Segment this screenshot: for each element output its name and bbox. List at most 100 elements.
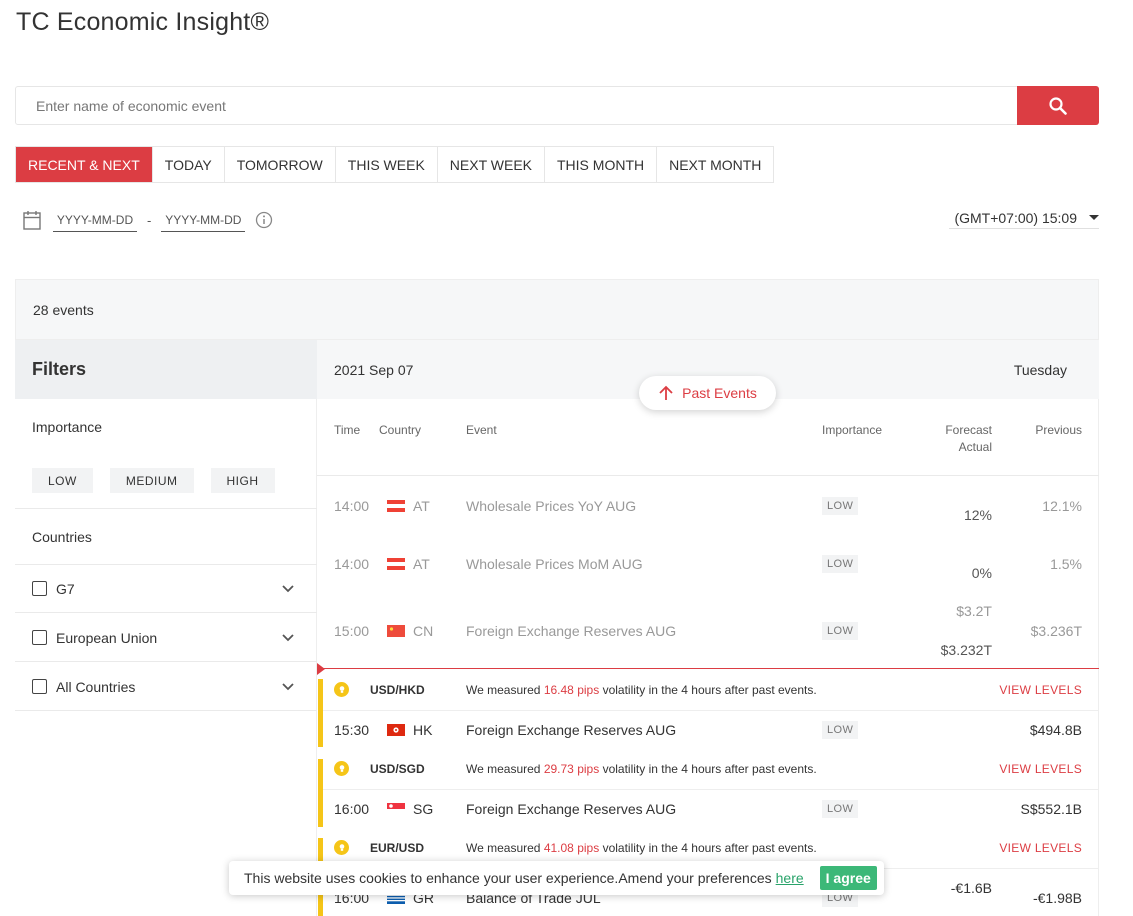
row-event[interactable]: Wholesale Prices YoY AUG (466, 498, 636, 514)
divider (317, 475, 1099, 476)
divider (323, 710, 1099, 711)
checkbox[interactable] (32, 679, 47, 694)
col-previous: Previous (1035, 423, 1082, 437)
volatility-text: We measured 41.08 pips volatility in the… (466, 841, 817, 855)
country-group-label: European Union (56, 629, 158, 646)
events-count-bar: 28 events (15, 279, 1099, 340)
volatility-suffix: volatility in the 4 hours after past eve… (602, 683, 817, 697)
importance-badge: LOW (822, 622, 859, 640)
row-event[interactable]: Wholesale Prices MoM AUG (466, 556, 643, 572)
volatility-suffix: volatility in the 4 hours after past eve… (602, 762, 817, 776)
caret-down-icon (1089, 215, 1099, 220)
volatility-pips: 29.73 pips (543, 762, 600, 776)
row-country: SG (413, 801, 434, 817)
row-previous: S$552.1B (1020, 801, 1083, 817)
flag-hk-icon (387, 724, 405, 736)
row-actual: 12% (963, 507, 992, 523)
view-levels-link[interactable]: VIEW LEVELS (999, 762, 1082, 776)
row-forecast: -€1.6B (950, 880, 992, 896)
calendar-icon[interactable] (23, 210, 41, 230)
importance-badge: LOW (822, 497, 859, 515)
country-group-g7[interactable]: G7 (15, 565, 317, 613)
page-title: TC Economic Insight® (16, 8, 270, 36)
lightbulb-icon (334, 682, 349, 697)
row-event[interactable]: Foreign Exchange Reserves AUG (466, 722, 676, 738)
row-actual: $3.232T (940, 642, 992, 658)
col-actual: Actual (958, 440, 992, 454)
chevron-down-icon[interactable] (281, 584, 295, 593)
cookie-agree-button[interactable]: I agree (819, 866, 877, 890)
chevron-down-icon[interactable] (281, 633, 295, 642)
tab-recent-next[interactable]: RECENT & NEXT (16, 147, 153, 182)
tab-tomorrow[interactable]: TOMORROW (225, 147, 336, 182)
info-icon[interactable] (255, 211, 273, 229)
cookie-banner: This website uses cookies to enhance you… (229, 861, 884, 895)
importance-buttons: LOW MEDIUM HIGH (32, 468, 275, 493)
search-button[interactable] (1017, 86, 1099, 125)
tab-this-month[interactable]: THIS MONTH (545, 147, 658, 182)
filters-panel: Importance LOW MEDIUM HIGH Countries G7 … (15, 399, 317, 916)
volatility-prefix: We measured (466, 762, 541, 776)
events-table: Past Events Time Country Event Importanc… (317, 376, 1099, 916)
row-previous: 1.5% (1050, 556, 1082, 572)
date-range: YYYY-MM-DD - YYYY-MM-DD (23, 207, 273, 233)
importance-high-button[interactable]: HIGH (210, 468, 275, 493)
timezone-select[interactable]: (GMT+07:00) 15:09 (949, 207, 1099, 229)
importance-badge: LOW (822, 800, 859, 818)
filters-header: Filters (15, 340, 317, 399)
importance-low-button[interactable]: LOW (32, 468, 93, 493)
view-levels-link[interactable]: VIEW LEVELS (999, 683, 1082, 697)
view-levels-link[interactable]: VIEW LEVELS (999, 841, 1082, 855)
past-events-label: Past Events (682, 385, 757, 401)
divider (15, 508, 317, 509)
row-time: 14:00 (334, 498, 370, 514)
date-to-input[interactable]: YYYY-MM-DD (161, 208, 246, 232)
checkbox[interactable] (32, 581, 47, 596)
checkbox[interactable] (32, 630, 47, 645)
countries-title: Countries (32, 529, 92, 545)
period-tabs: RECENT & NEXT TODAY TOMORROW THIS WEEK N… (15, 146, 775, 183)
volatility-pair: USD/HKD (370, 683, 425, 697)
current-time-marker (317, 663, 325, 675)
row-time: 14:00 (334, 556, 370, 572)
country-group-all[interactable]: All Countries (15, 663, 317, 711)
lightbulb-icon (334, 840, 349, 855)
col-country: Country (379, 423, 422, 437)
importance-medium-button[interactable]: MEDIUM (109, 468, 194, 493)
flag-sg-icon (387, 803, 405, 815)
timezone-value: (GMT+07:00) 15:09 (954, 209, 1077, 226)
col-event: Event (466, 423, 497, 437)
tab-today[interactable]: TODAY (153, 147, 225, 182)
chevron-down-icon[interactable] (281, 682, 295, 691)
flag-at-icon (387, 558, 405, 570)
row-previous: $3.236T (1030, 623, 1082, 639)
volatility-pips: 41.08 pips (543, 841, 600, 855)
country-group-label: G7 (56, 580, 75, 597)
importance-badge: LOW (822, 721, 859, 739)
row-event[interactable]: Foreign Exchange Reserves AUG (466, 623, 676, 639)
row-country: AT (413, 498, 430, 514)
arrow-up-icon (659, 385, 673, 400)
country-group-label: All Countries (56, 678, 136, 695)
search-icon (1049, 96, 1067, 115)
search-bar (15, 86, 1099, 125)
cookie-preferences-link[interactable]: here (776, 870, 804, 886)
row-event[interactable]: Foreign Exchange Reserves AUG (466, 801, 676, 817)
tab-this-week[interactable]: THIS WEEK (336, 147, 438, 182)
row-country: AT (413, 556, 430, 572)
divider (323, 789, 1099, 790)
search-input[interactable] (16, 87, 1017, 124)
day-date: 2021 Sep 07 (334, 361, 414, 378)
day-weekday: Tuesday (1013, 361, 1067, 378)
tab-next-week[interactable]: NEXT WEEK (438, 147, 545, 182)
past-events-button[interactable]: Past Events (639, 376, 776, 410)
volatility-pair: USD/SGD (370, 762, 425, 776)
row-time: 15:30 (334, 722, 370, 738)
date-from-input[interactable]: YYYY-MM-DD (53, 208, 137, 232)
col-importance: Importance (822, 423, 883, 437)
flag-cn-icon (387, 625, 405, 637)
tab-next-month[interactable]: NEXT MONTH (657, 147, 773, 182)
row-country: CN (413, 623, 434, 639)
row-previous: $494.8B (1029, 722, 1082, 738)
country-group-eu[interactable]: European Union (15, 614, 317, 662)
